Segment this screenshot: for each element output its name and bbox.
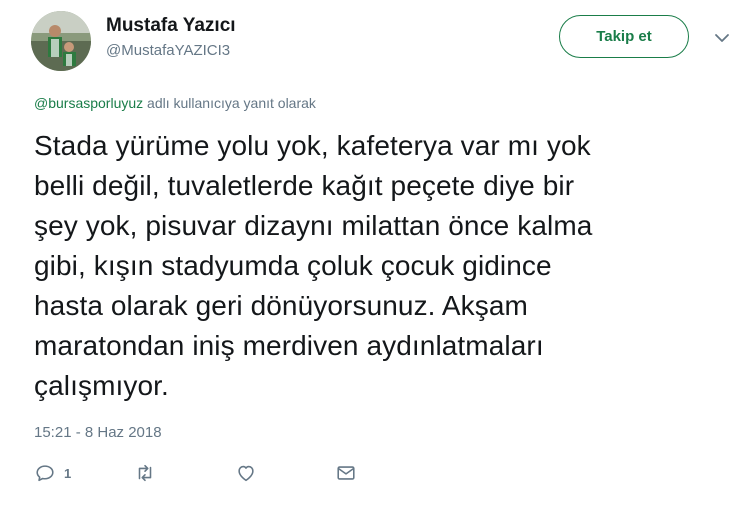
follow-button[interactable]: Takip et bbox=[559, 15, 689, 58]
retweet-icon bbox=[138, 464, 152, 482]
tweet-text-line: hasta olarak geri dönüyorsunuz. Akşam bbox=[34, 290, 528, 321]
like-icon bbox=[238, 465, 254, 482]
message-button[interactable] bbox=[335, 462, 357, 484]
tweet-header: Mustafa Yazıcı @MustafaYAZICI3 Takip et bbox=[0, 0, 755, 90]
tweet-text-line: belli değil, tuvaletlerde kağıt peçete d… bbox=[34, 170, 575, 201]
tweet-text-line: Stada yürüme yolu yok, kafeterya var mı … bbox=[34, 130, 591, 161]
retweet-button[interactable] bbox=[134, 462, 156, 484]
reply-count: 1 bbox=[64, 465, 72, 481]
display-name[interactable]: Mustafa Yazıcı bbox=[106, 15, 236, 37]
tweet-text-line: çalışmıyor. bbox=[34, 370, 169, 401]
profile-photo-icon bbox=[31, 11, 91, 71]
reply-mention-link[interactable]: @bursasporluyuz bbox=[34, 95, 143, 111]
tweet-text-line: gibi, kışın stadyumda çoluk çocuk gidinc… bbox=[34, 250, 552, 281]
tweet-text-line: şey yok, pisuvar dizaynı milattan önce k… bbox=[34, 210, 593, 241]
like-button[interactable] bbox=[235, 462, 257, 484]
message-icon bbox=[337, 466, 355, 480]
tweet-actions: 1 bbox=[34, 462, 434, 492]
reply-context-text: adlı kullanıcıya yanıt olarak bbox=[143, 95, 316, 111]
tweet-text: Stada yürüme yolu yok, kafeterya var mı … bbox=[34, 126, 724, 406]
user-handle[interactable]: @MustafaYAZICI3 bbox=[106, 42, 230, 59]
reply-button[interactable]: 1 bbox=[34, 462, 71, 484]
tweet-text-line: maratondan iniş merdiven aydınlatmaları bbox=[34, 330, 544, 361]
tweet-timestamp[interactable]: 15:21 - 8 Haz 2018 bbox=[34, 424, 162, 441]
chevron-down-icon[interactable] bbox=[712, 28, 732, 48]
reply-context: @bursasporluyuz adlı kullanıcıya yanıt o… bbox=[34, 95, 316, 111]
avatar[interactable] bbox=[31, 11, 91, 71]
reply-icon bbox=[36, 465, 54, 482]
